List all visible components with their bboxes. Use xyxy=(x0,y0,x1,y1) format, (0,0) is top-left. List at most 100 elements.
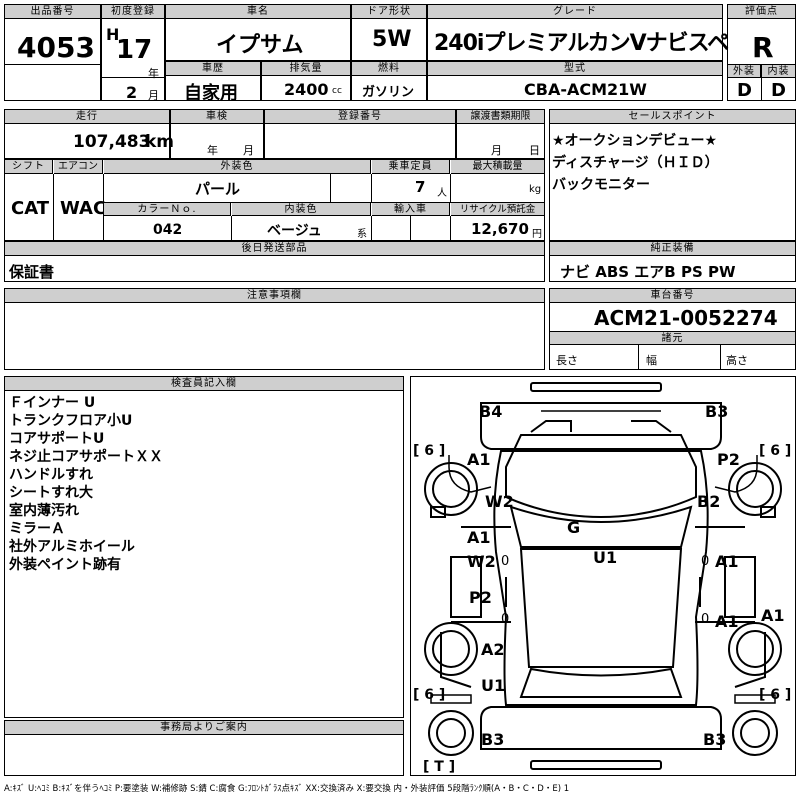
max-load-unit: kg xyxy=(529,184,542,195)
mark-w2-l: W2 xyxy=(485,492,514,511)
legend: A:ｷｽﾞ U:ﾍｺﾐ B:ｷｽﾞを伴うﾍｺﾐ P:要塗装 W:補修跡 S:錆 … xyxy=(4,784,570,794)
import-label: 輸入車 xyxy=(372,203,450,216)
first-reg-year: 17 xyxy=(116,35,153,65)
displacement-box: 排気量 2400 cc xyxy=(261,61,351,101)
grade-box: グレード 240iプレミアルカンVナビスペ xyxy=(427,4,729,61)
mark-u1-center: U1 xyxy=(593,548,617,567)
recycle-unit: 円 xyxy=(532,229,542,240)
inspection-box: 車検 年 月 xyxy=(170,109,264,159)
mileage-value: 107,483 xyxy=(73,132,151,152)
fuel-value: ガソリン xyxy=(362,85,415,100)
score-int-value: D xyxy=(771,80,786,101)
mark-a1-r2: A1 xyxy=(715,612,739,631)
sales-point-box: セールスポイント ★オークションデビュー★ ディスチャージ（ＨＩＤ） バックモニ… xyxy=(549,109,796,241)
score-label: 評価点 xyxy=(728,5,795,19)
dims-height: 高さ xyxy=(726,354,748,367)
recycle-label: リサイクル預託金 xyxy=(451,203,544,216)
recycle-value: 12,670 xyxy=(471,220,529,238)
door-box: ドア形状 5W xyxy=(351,4,427,61)
mark-b2-r: B2 xyxy=(697,492,720,511)
mark-g: G xyxy=(567,518,580,537)
lot-box: 出品番号 4053 xyxy=(4,4,101,101)
zero-mark: 0 xyxy=(501,554,509,569)
history-label: 車歴 xyxy=(166,62,260,76)
history-value: 自家用 xyxy=(184,83,238,104)
ext-color-label: 外装色 xyxy=(104,160,371,174)
model-value: CBA-ACM21W xyxy=(524,80,647,99)
score-value: R xyxy=(752,31,774,64)
mileage-label: 走行 xyxy=(5,110,169,124)
lot-label: 出品番号 xyxy=(5,5,100,19)
inspector-line: 室内薄汚れ xyxy=(9,503,79,519)
dims-length: 長さ xyxy=(556,354,578,367)
genuine-box: 純正装備 ナビ ABS エアB PS PW xyxy=(549,241,796,282)
fuel-box: 燃料 ガソリン xyxy=(351,61,427,101)
tire-rl: [ 6 ] xyxy=(413,687,445,703)
inspector-line: コアサポートU xyxy=(9,431,105,447)
color-no-label: カラーＮｏ. xyxy=(104,203,231,216)
car-name-box: 車名 イプサム xyxy=(165,4,351,61)
capacity-unit: 人 xyxy=(437,188,447,199)
mark-a1-fl: A1 xyxy=(467,450,491,469)
ext-color-value: パール xyxy=(195,180,241,198)
transfer-box: 譲渡書類期限 月 日 xyxy=(456,109,545,159)
aircon-value: WAC xyxy=(60,198,107,219)
transfer-month-unit: 月 xyxy=(491,144,502,157)
specs-box: シフト エアコン 外装色 乗車定員 最大積載量 CAT WAC パール 7 人 … xyxy=(4,159,545,241)
dims-width: 幅 xyxy=(646,354,657,367)
notes-label: 注意事項欄 xyxy=(5,289,544,303)
genuine-value: ナビ ABS エアB PS PW xyxy=(560,263,736,281)
later-parts-box: 後日発送部品 保証書 xyxy=(4,241,545,282)
later-parts-label: 後日発送部品 xyxy=(5,242,544,256)
mark-b3-top: B3 xyxy=(705,402,728,421)
first-reg-box: 初度登録 H 17 年 2 月 xyxy=(101,4,165,102)
mark-a2-rl: A2 xyxy=(481,640,505,659)
score-int-label: 内装 xyxy=(762,65,795,78)
mark-u1-rl: U1 xyxy=(481,676,505,695)
displacement-unit: cc xyxy=(332,86,342,96)
fuel-label: 燃料 xyxy=(352,62,426,76)
office-label: 事務局よりご案内 xyxy=(5,721,403,735)
tire-spare: [ T ] xyxy=(423,759,455,775)
history-box: 車歴 自家用 xyxy=(165,61,261,104)
chassis-box: 車台番号 ACM21-0052274 諸元 長さ 幅 高さ xyxy=(549,288,796,370)
mark-w2-l2: W2 xyxy=(467,552,496,571)
inspector-box: 検査員記入欄 Ｆインナー U トランクフロア小U コアサポートU ネジ止コアサポ… xyxy=(4,376,404,718)
first-reg-month-unit: 月 xyxy=(148,89,159,102)
transfer-label: 譲渡書類期限 xyxy=(457,110,544,124)
dims-label: 諸元 xyxy=(550,332,795,345)
tire-fr: [ 6 ] xyxy=(759,443,791,459)
model-label: 型式 xyxy=(428,62,722,76)
first-reg-year-unit: 年 xyxy=(148,67,159,80)
shift-value: CAT xyxy=(11,198,50,219)
inspector-label: 検査員記入欄 xyxy=(5,377,403,391)
displacement-value: 2400 xyxy=(284,80,329,99)
mark-b4: B4 xyxy=(479,402,502,421)
color-no-value: 042 xyxy=(153,222,183,238)
zero-mark: 0 xyxy=(701,554,709,569)
office-box: 事務局よりご案内 xyxy=(4,720,404,776)
max-load-label: 最大積載量 xyxy=(451,160,544,174)
zero-mark: 0 xyxy=(701,612,709,627)
transfer-day-unit: 日 xyxy=(529,144,540,157)
door-label: ドア形状 xyxy=(352,5,426,19)
int-color-unit: 系 xyxy=(357,229,367,240)
inspector-line: 外装ペイント跡有 xyxy=(9,557,121,573)
score-box: 評価点 R 外装 内装 D D xyxy=(727,4,796,101)
shift-label: シフト xyxy=(5,160,53,174)
mark-p2-l: P2 xyxy=(469,588,492,607)
inspector-line: ネジ止コアサポートＸＸ xyxy=(9,449,163,465)
mark-b3-br: B3 xyxy=(703,730,726,749)
tire-fl: [ 6 ] xyxy=(413,443,445,459)
door-value: 5W xyxy=(372,27,412,52)
first-reg-month: 2 xyxy=(126,83,138,102)
lot-number: 4053 xyxy=(17,31,95,64)
inspection-year-unit: 年 xyxy=(207,144,218,157)
chassis-label: 車台番号 xyxy=(550,289,795,303)
car-diagram: B4 B3 A1 P2 W2 B2 G U1 A1 W2 A1 P2 A1 A1… xyxy=(413,382,791,775)
capacity-value: 7 xyxy=(415,178,426,196)
inspector-line: ミラーＡ xyxy=(9,521,65,537)
mark-p2-fr: P2 xyxy=(717,450,740,469)
score-ext-value: D xyxy=(737,80,752,101)
grade-value: 240iプレミアルカンVナビスペ xyxy=(434,31,729,56)
